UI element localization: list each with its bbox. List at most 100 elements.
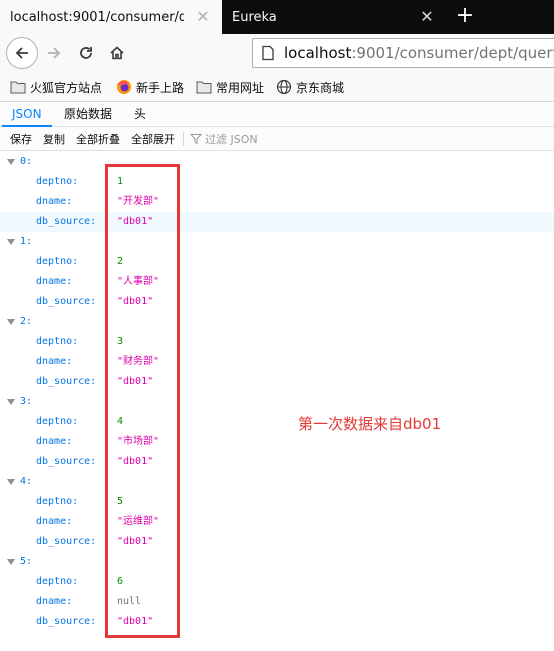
json-viewer-tabs: JSON 原始数据 头 xyxy=(0,103,554,127)
object-index: 5: xyxy=(20,556,33,567)
bookmark-jd-mall[interactable]: 京东商城 xyxy=(276,78,344,96)
json-property-row[interactable]: deptno: 1 xyxy=(0,172,554,192)
chevron-down-icon[interactable] xyxy=(7,159,15,165)
json-property-row[interactable]: deptno: 6 xyxy=(0,572,554,592)
json-property-row[interactable]: dname: null xyxy=(0,592,554,612)
json-object-row[interactable]: 0: xyxy=(0,152,554,172)
home-button[interactable] xyxy=(103,39,131,67)
bookmark-firefox-site[interactable]: 火狐官方站点 xyxy=(10,78,102,96)
folder-icon xyxy=(196,81,212,94)
property-key: db_source: xyxy=(36,216,97,227)
chevron-down-icon[interactable] xyxy=(7,399,15,405)
bookmark-label: 京东商城 xyxy=(296,80,345,95)
collapse-all-button[interactable]: 全部折叠 xyxy=(76,131,120,147)
reload-button[interactable] xyxy=(72,39,100,67)
filter-placeholder: 过滤 JSON xyxy=(205,133,258,146)
chevron-down-icon[interactable] xyxy=(7,479,15,485)
property-key: dname: xyxy=(36,516,73,527)
filter-json-input[interactable]: 过滤 JSON xyxy=(190,130,258,148)
filter-icon xyxy=(190,134,202,145)
expand-all-button[interactable]: 全部展开 xyxy=(131,131,175,147)
nav-bar: localhost:9001/consumer/dept/queryAll xyxy=(0,34,554,72)
json-object-row[interactable]: 2: xyxy=(0,312,554,332)
url-path: :9001/consumer/dept/queryAll xyxy=(351,44,554,62)
json-property-row[interactable]: dname: "市场部" xyxy=(0,432,554,452)
toolbar-divider xyxy=(183,132,184,146)
url-bar[interactable]: localhost:9001/consumer/dept/queryAll xyxy=(252,38,554,68)
back-button[interactable] xyxy=(6,37,38,69)
new-tab-button[interactable]: + xyxy=(452,4,478,30)
json-property-row[interactable]: db_source: "db01" xyxy=(0,372,554,392)
json-property-row[interactable]: db_source: "db01" xyxy=(0,452,554,472)
bookmark-label: 新手上路 xyxy=(136,80,185,95)
chevron-down-icon[interactable] xyxy=(7,239,15,245)
firefox-icon xyxy=(117,80,131,94)
home-icon xyxy=(110,46,124,60)
json-property-row[interactable]: deptno: 3 xyxy=(0,332,554,352)
json-property-row[interactable]: deptno: 4 xyxy=(0,412,554,432)
chevron-down-icon[interactable] xyxy=(7,559,15,565)
property-key: dname: xyxy=(36,436,73,447)
property-key: deptno: xyxy=(36,416,79,427)
object-index: 4: xyxy=(20,476,33,487)
object-index: 2: xyxy=(20,316,33,327)
folder-icon xyxy=(10,81,26,94)
close-icon[interactable]: ✕ xyxy=(418,8,436,26)
close-icon[interactable]: ✕ xyxy=(194,8,212,26)
tab-raw-data[interactable]: 原始数据 xyxy=(54,103,122,127)
object-index: 0: xyxy=(20,156,33,167)
bookmark-label: 常用网址 xyxy=(216,80,265,95)
tab-query-all[interactable]: localhost:9001/consumer/dept/queryAll ✕ xyxy=(0,0,222,34)
globe-icon xyxy=(276,79,292,95)
property-key: dname: xyxy=(36,596,73,607)
bookmark-getting-started[interactable]: 新手上路 xyxy=(116,78,184,96)
bookmark-common-sites[interactable]: 常用网址 xyxy=(196,78,264,96)
property-key: db_source: xyxy=(36,616,97,627)
forward-button[interactable] xyxy=(40,39,68,67)
url-host: localhost xyxy=(284,44,352,62)
json-property-row[interactable]: db_source: "db01" xyxy=(0,532,554,552)
arrow-left-icon xyxy=(15,47,28,59)
json-property-row[interactable]: dname: "运维部" xyxy=(0,512,554,532)
json-property-row[interactable]: deptno: 5 xyxy=(0,492,554,512)
json-object-row[interactable]: 4: xyxy=(0,472,554,492)
property-key: deptno: xyxy=(36,496,79,507)
highlight-box xyxy=(105,164,180,638)
property-key: deptno: xyxy=(36,256,79,267)
save-button[interactable]: 保存 xyxy=(10,131,32,147)
property-key: dname: xyxy=(36,196,73,207)
tab-eureka[interactable]: Eureka ✕ xyxy=(222,0,446,34)
bookmarks-toolbar: 火狐官方站点 新手上路 常用网址 京东商城 xyxy=(0,72,554,102)
tab-title: localhost:9001/consumer/dept/queryAll xyxy=(10,9,184,25)
property-key: deptno: xyxy=(36,336,79,347)
property-key: deptno: xyxy=(36,576,79,587)
copy-button[interactable]: 复制 xyxy=(43,131,65,147)
property-key: dname: xyxy=(36,276,73,287)
json-property-row[interactable]: db_source: "db01" xyxy=(0,612,554,632)
property-key: db_source: xyxy=(36,456,97,467)
json-property-row[interactable]: deptno: 2 xyxy=(0,252,554,272)
property-key: deptno: xyxy=(36,176,79,187)
json-property-row[interactable]: db_source: "db01" xyxy=(0,292,554,312)
property-key: db_source: xyxy=(36,296,97,307)
json-tree: 0: deptno: 1 dname: "开发部" db_source: "db01" 1: d… xyxy=(0,151,554,651)
property-key: dname: xyxy=(36,356,73,367)
arrow-right-icon xyxy=(48,47,61,59)
object-index: 3: xyxy=(20,396,33,407)
annotation-text: 第一次数据来自db01 xyxy=(298,415,442,433)
json-property-row[interactable]: dname: "开发部" xyxy=(0,192,554,212)
json-object-row[interactable]: 1: xyxy=(0,232,554,252)
tab-json[interactable]: JSON xyxy=(2,103,52,127)
page-icon xyxy=(262,45,274,61)
json-object-row[interactable]: 5: xyxy=(0,552,554,572)
json-object-row[interactable]: 3: xyxy=(0,392,554,412)
chevron-down-icon[interactable] xyxy=(7,319,15,325)
tab-headers[interactable]: 头 xyxy=(124,103,156,127)
json-property-row[interactable]: dname: "人事部" xyxy=(0,272,554,292)
tab-strip: localhost:9001/consumer/dept/queryAll ✕ … xyxy=(0,0,554,34)
json-property-row[interactable]: dname: "财务部" xyxy=(0,352,554,372)
bookmark-label: 火狐官方站点 xyxy=(30,80,103,95)
json-toolbar: 保存 复制 全部折叠 全部展开 过滤 JSON xyxy=(0,127,554,151)
json-property-row[interactable]: db_source: "db01" xyxy=(0,212,554,232)
object-index: 1: xyxy=(20,236,33,247)
